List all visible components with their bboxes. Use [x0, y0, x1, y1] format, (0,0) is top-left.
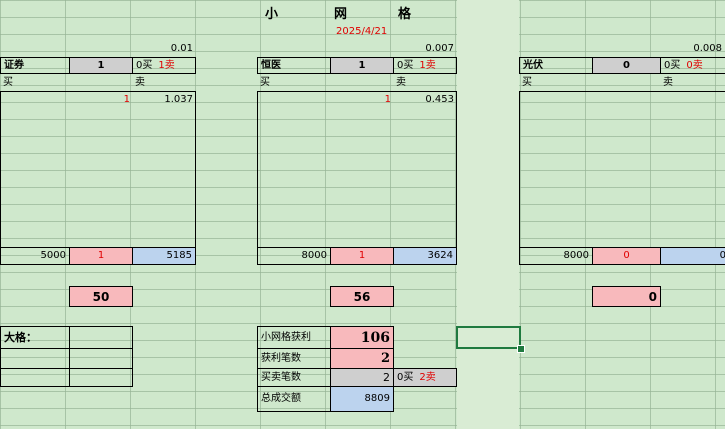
- trade-table: [519, 91, 725, 248]
- trades-sell-label: 2卖: [419, 371, 436, 383]
- block-name[interactable]: 恒医: [257, 57, 331, 74]
- sell-count-label: 1卖: [158, 59, 175, 71]
- buy-sell-cell[interactable]: 0买 0卖: [660, 57, 725, 74]
- block-count[interactable]: 1: [330, 57, 394, 74]
- column-highlight: [457, 0, 519, 429]
- sum-count-cell[interactable]: 1: [69, 247, 133, 265]
- block-count[interactable]: 0: [592, 57, 661, 74]
- block-name[interactable]: 证券: [0, 57, 70, 74]
- block-name[interactable]: 光伏: [519, 57, 593, 74]
- big-grid-cell[interactable]: [0, 368, 70, 387]
- big-grid-cell[interactable]: [69, 368, 133, 387]
- block-count[interactable]: 1: [69, 57, 133, 74]
- profit-label[interactable]: 小网格获利: [257, 326, 331, 349]
- selected-cell[interactable]: [456, 326, 521, 349]
- total-cell[interactable]: 5185: [132, 247, 196, 265]
- row-sell-cell[interactable]: 0.453: [393, 91, 457, 108]
- title-char-1: 小: [265, 6, 279, 22]
- buy-sell-cell[interactable]: 0买 1卖: [393, 57, 457, 74]
- row-buy-cell[interactable]: 1: [69, 91, 133, 108]
- buy-count-label: 0买: [664, 59, 681, 71]
- buy-header: 买: [3, 76, 13, 88]
- sell-header: 卖: [135, 76, 145, 88]
- buy-sell-cell[interactable]: 0买 1卖: [132, 57, 196, 74]
- profit-total[interactable]: 106: [330, 326, 394, 349]
- count-value[interactable]: 2: [330, 348, 394, 369]
- title-char-2: 网: [334, 6, 348, 22]
- trades-value[interactable]: 2: [330, 368, 394, 387]
- sum-count-cell[interactable]: 1: [330, 247, 394, 265]
- profit-cell[interactable]: 50: [69, 286, 133, 307]
- big-grid-cell[interactable]: [69, 348, 133, 369]
- row-buy-cell[interactable]: 1: [330, 91, 394, 108]
- trades-label[interactable]: 买卖笔数: [257, 368, 331, 387]
- buy-count-label: 0买: [136, 59, 153, 71]
- sell-header: 卖: [663, 76, 673, 88]
- sell-count-label: 0卖: [686, 59, 703, 71]
- sum-count-cell[interactable]: 0: [592, 247, 661, 265]
- sell-count-label: 1卖: [419, 59, 436, 71]
- date-cell[interactable]: 2025/4/21: [333, 25, 390, 39]
- buy-header: 买: [260, 76, 270, 88]
- base-amount-cell[interactable]: 8000: [519, 247, 593, 265]
- base-amount-cell[interactable]: 8000: [257, 247, 331, 265]
- trade-table: [257, 91, 457, 248]
- step-cell[interactable]: 0.008: [660, 40, 725, 57]
- step-cell[interactable]: 0.007: [393, 40, 457, 57]
- profit-cell[interactable]: 0: [592, 286, 661, 307]
- buy-header: 买: [522, 76, 532, 88]
- base-amount-cell[interactable]: 5000: [0, 247, 70, 265]
- trades-buy-label: 0买: [397, 371, 414, 383]
- buy-count-label: 0买: [397, 59, 414, 71]
- total-cell[interactable]: 3624: [393, 247, 457, 265]
- row-sell-cell[interactable]: 1.037: [132, 91, 196, 108]
- big-grid-label[interactable]: 大格：: [0, 326, 70, 349]
- profit-cell[interactable]: 56: [330, 286, 394, 307]
- big-grid-cell[interactable]: [69, 326, 133, 349]
- big-grid-cell[interactable]: [0, 348, 70, 369]
- trades-split-cell[interactable]: 0买 2卖: [393, 368, 457, 387]
- trade-table: [0, 91, 196, 248]
- turnover-label[interactable]: 总成交额: [257, 386, 331, 412]
- step-cell[interactable]: 0.01: [132, 40, 196, 57]
- count-label[interactable]: 获利笔数: [257, 348, 331, 369]
- title-char-3: 格: [398, 6, 412, 22]
- turnover-value[interactable]: 8809: [330, 386, 394, 412]
- sell-header: 卖: [396, 76, 406, 88]
- fill-handle[interactable]: [517, 345, 525, 353]
- total-cell[interactable]: 0: [660, 247, 725, 265]
